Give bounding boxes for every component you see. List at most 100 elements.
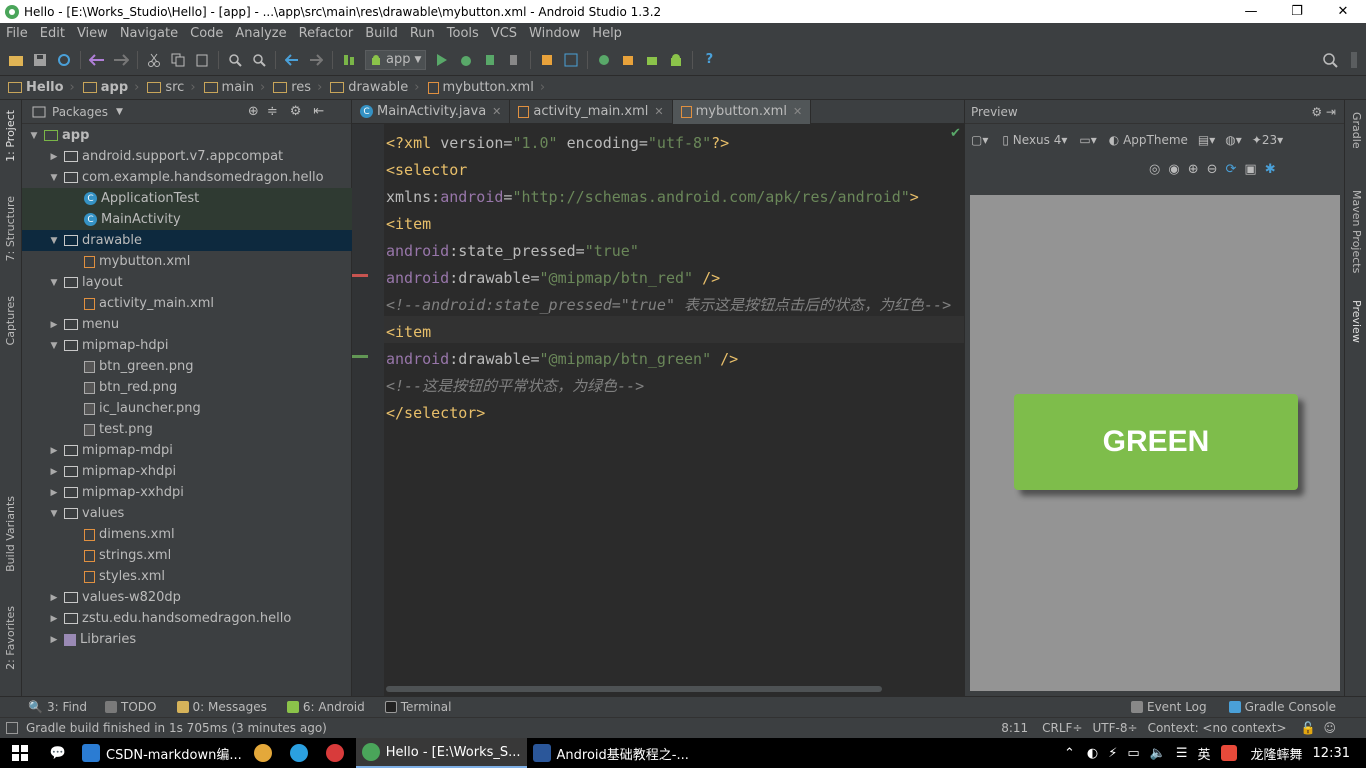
start-button[interactable] bbox=[0, 738, 40, 768]
line-separator[interactable]: CRLF÷ bbox=[1042, 721, 1082, 735]
view-mode-select[interactable]: Packages bbox=[52, 105, 108, 119]
tab-project[interactable]: 1: Project bbox=[4, 110, 17, 162]
breadcrumb-main[interactable]: main › bbox=[203, 80, 265, 95]
gradle-sync-icon[interactable] bbox=[537, 50, 557, 70]
tree-item[interactable]: btn_red.png bbox=[22, 377, 352, 398]
lock-icon[interactable]: 🔓 bbox=[1301, 721, 1316, 735]
expand-arrow-icon[interactable]: ▼ bbox=[48, 341, 60, 351]
horizontal-scrollbar[interactable] bbox=[386, 686, 882, 692]
android-icon[interactable] bbox=[666, 50, 686, 70]
copy-icon[interactable] bbox=[168, 50, 188, 70]
tab-terminal[interactable]: Terminal bbox=[384, 700, 451, 714]
tab-maven-projects[interactable]: Maven Projects bbox=[1350, 190, 1363, 273]
debug-icon[interactable] bbox=[456, 50, 476, 70]
breadcrumb-drawable[interactable]: drawable › bbox=[330, 80, 420, 95]
toolbar-scroll-icon[interactable] bbox=[1344, 50, 1364, 70]
zoom-in-icon[interactable]: ⊕ bbox=[1188, 162, 1199, 177]
collapse-arrow-icon[interactable]: ▶ bbox=[48, 635, 60, 645]
api-select[interactable]: ✦23▾ bbox=[1252, 133, 1283, 147]
notification-icon[interactable]: ☰ bbox=[1176, 746, 1188, 761]
locale-icon[interactable]: ◍▾ bbox=[1225, 133, 1242, 147]
maximize-button[interactable]: ❐ bbox=[1274, 0, 1320, 23]
gear-icon[interactable]: ⚙ bbox=[290, 104, 302, 119]
taskbar-item-android-studio[interactable]: Hello - [E:\Works_S... bbox=[355, 738, 527, 768]
forward-icon[interactable] bbox=[306, 50, 326, 70]
clock[interactable]: 12:31 bbox=[1313, 746, 1350, 761]
taskbar-item-word[interactable]: Android基础教程之-... bbox=[527, 738, 695, 768]
expand-arrow-icon[interactable]: ▼ bbox=[48, 278, 60, 288]
search-everywhere-icon[interactable] bbox=[1320, 50, 1340, 70]
device-select[interactable]: ▯ Nexus 4▾ bbox=[1002, 133, 1067, 147]
chat-icon[interactable]: 💬 bbox=[40, 738, 76, 768]
inspector-icon[interactable]: ☺ bbox=[1323, 721, 1336, 735]
make-project-icon[interactable] bbox=[339, 50, 359, 70]
expand-arrow-icon[interactable]: ▼ bbox=[28, 131, 40, 141]
status-message[interactable]: Gradle build finished in 1s 705ms (3 min… bbox=[26, 721, 327, 735]
display-icon[interactable]: ▭ bbox=[1127, 746, 1139, 761]
zoom-fit-icon[interactable]: ◎ bbox=[1149, 162, 1160, 177]
sync-icon[interactable] bbox=[54, 50, 74, 70]
show-hidden-icons[interactable]: ⌃ bbox=[1064, 746, 1075, 761]
menu-navigate[interactable]: Navigate bbox=[114, 26, 184, 41]
attach-debugger-icon[interactable] bbox=[480, 50, 500, 70]
tree-item[interactable]: ▶ Libraries bbox=[22, 629, 352, 650]
menu-code[interactable]: Code bbox=[184, 26, 229, 41]
breadcrumb-src[interactable]: src › bbox=[147, 80, 196, 95]
tree-item[interactable]: ▼ com.example.handsomedragon.hello bbox=[22, 167, 352, 188]
tree-item[interactable]: ▼ app bbox=[22, 125, 352, 146]
tree-item[interactable]: ▼ values bbox=[22, 503, 352, 524]
tree-item[interactable]: test.png bbox=[22, 419, 352, 440]
android-device-monitor-icon[interactable] bbox=[642, 50, 662, 70]
tab-gradle-console[interactable]: Gradle Console bbox=[1228, 700, 1336, 714]
redo-icon[interactable] bbox=[111, 50, 131, 70]
run-config-select[interactable]: app ▼ bbox=[365, 49, 427, 70]
sdk-manager-icon[interactable] bbox=[618, 50, 638, 70]
save-icon[interactable] bbox=[30, 50, 50, 70]
menu-analyze[interactable]: Analyze bbox=[229, 26, 292, 41]
bluetooth-icon[interactable]: ⚡ bbox=[1108, 746, 1117, 761]
breadcrumb-app[interactable]: app › bbox=[82, 80, 139, 95]
tree-item[interactable]: C MainActivity bbox=[22, 209, 352, 230]
run-icon[interactable] bbox=[432, 50, 452, 70]
expand-arrow-icon[interactable]: ▼ bbox=[48, 509, 60, 519]
tree-item[interactable]: ▼ drawable bbox=[22, 230, 352, 251]
collapse-arrow-icon[interactable]: ▶ bbox=[48, 467, 60, 477]
tree-item[interactable]: ▶ mipmap-xxhdpi bbox=[22, 482, 352, 503]
tab-favorites[interactable]: 2: Favorites bbox=[4, 606, 17, 670]
tree-item[interactable]: C ApplicationTest bbox=[22, 188, 352, 209]
tab-main-activity[interactable]: C MainActivity.java ✕ bbox=[352, 99, 511, 124]
sogou-icon[interactable] bbox=[1220, 745, 1237, 761]
taskbar-item-edge[interactable]: CSDN-markdown编... bbox=[76, 738, 248, 768]
tree-item[interactable]: ▶ values-w820dp bbox=[22, 587, 352, 608]
close-icon[interactable]: ✕ bbox=[492, 105, 501, 118]
menu-help[interactable]: Help bbox=[586, 26, 628, 41]
tree-item[interactable]: mybutton.xml bbox=[22, 251, 352, 272]
collapse-arrow-icon[interactable]: ▶ bbox=[48, 488, 60, 498]
collapse-arrow-icon[interactable]: ▶ bbox=[48, 593, 60, 603]
taskbar-item-music[interactable] bbox=[320, 738, 356, 768]
tab-event-log[interactable]: Event Log bbox=[1131, 700, 1207, 714]
layout-file-icon[interactable]: ▢▾ bbox=[971, 133, 988, 147]
zoom-actual-icon[interactable]: ◉ bbox=[1168, 162, 1179, 177]
chevron-down-icon[interactable]: ▼ bbox=[116, 107, 123, 117]
project-structure-icon[interactable] bbox=[561, 50, 581, 70]
tab-build-variants[interactable]: Build Variants bbox=[4, 496, 17, 572]
hide-panel-icon[interactable]: ⇤ bbox=[313, 104, 324, 119]
close-icon[interactable]: ✕ bbox=[793, 105, 802, 118]
tab-mybutton[interactable]: mybutton.xml ✕ bbox=[672, 99, 812, 124]
tree-item[interactable]: styles.xml bbox=[22, 566, 352, 587]
minimize-button[interactable]: — bbox=[1228, 0, 1274, 23]
tab-android[interactable]: 6: Android bbox=[286, 700, 365, 714]
paste-icon[interactable] bbox=[192, 50, 212, 70]
replace-icon[interactable] bbox=[249, 50, 269, 70]
close-icon[interactable]: ✕ bbox=[654, 105, 663, 118]
screenshot-icon[interactable]: ▣ bbox=[1244, 162, 1256, 177]
find-icon[interactable] bbox=[225, 50, 245, 70]
tab-preview[interactable]: Preview bbox=[1350, 300, 1363, 343]
tree-item[interactable]: activity_main.xml bbox=[22, 293, 352, 314]
menu-refactor[interactable]: Refactor bbox=[293, 26, 360, 41]
collapse-arrow-icon[interactable]: ▶ bbox=[48, 446, 60, 456]
expand-arrow-icon[interactable]: ▼ bbox=[48, 236, 60, 246]
code-editor[interactable]: 💡 <?xml version="1.0" encoding="utf-8"?>… bbox=[352, 124, 964, 696]
tray-app-icon[interactable]: ◐ bbox=[1087, 746, 1098, 761]
